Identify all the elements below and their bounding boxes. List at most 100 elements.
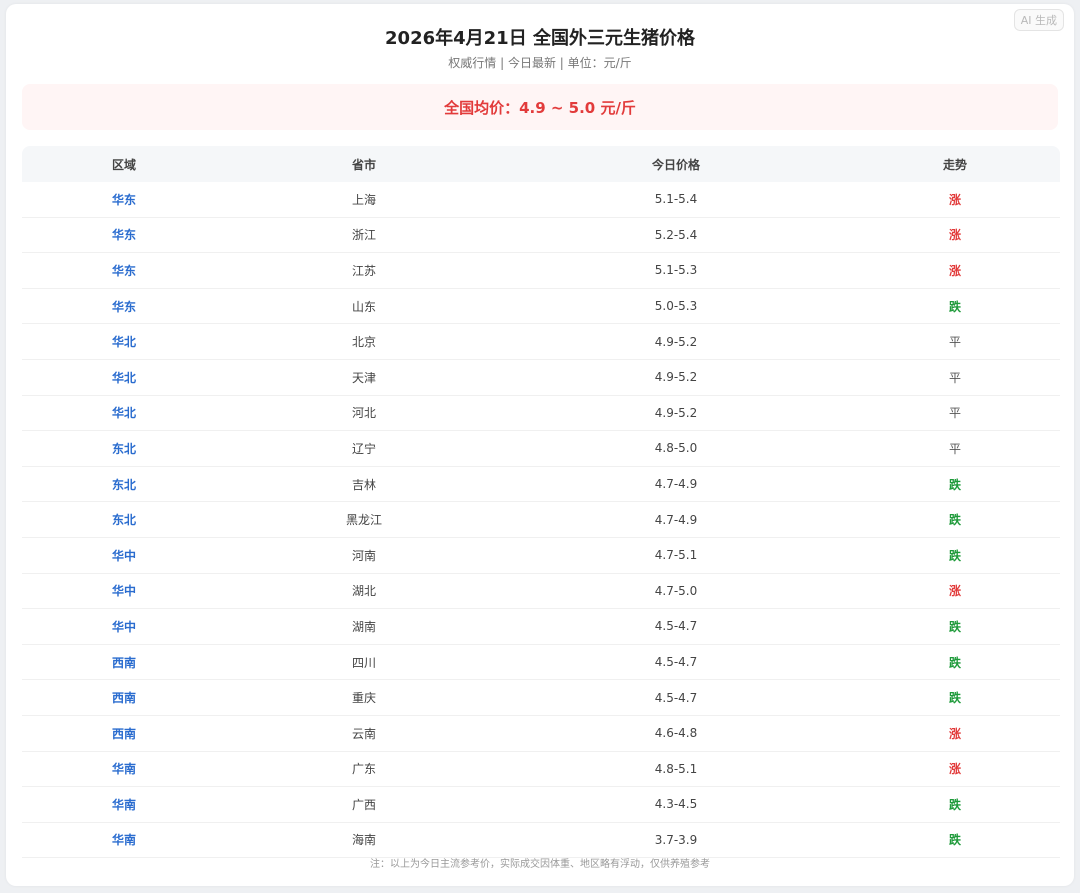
table-row: 东北 黑龙江 4.7-4.9 跌 — [22, 502, 1060, 538]
province-cell: 海南 — [351, 833, 376, 848]
price-table: 区域 省市 今日价格 走势 华东 上海 5.1-5.4 涨华东 浙江 5.2-5.4 涨华东… — [22, 146, 1060, 859]
header-trend: 走势 — [942, 157, 967, 172]
province-cell: 浙江 — [351, 228, 376, 243]
region-cell: 华南 — [111, 762, 136, 777]
table-row: 华南 海南 3.7-3.9 跌 — [22, 823, 1060, 859]
region-cell: 华南 — [111, 797, 136, 812]
region-cell: 华北 — [111, 370, 136, 385]
trend-cell: 涨 — [948, 762, 961, 777]
trend-cell: 涨 — [948, 228, 961, 243]
price-cell: 4.9-5.2 — [654, 334, 698, 349]
region-cell: 华北 — [111, 335, 136, 350]
region-cell: 东北 — [111, 477, 136, 492]
table-row: 东北 吉林 4.7-4.9 跌 — [22, 467, 1060, 503]
table-row: 华东 上海 5.1-5.4 涨 — [22, 182, 1060, 218]
province-cell: 江苏 — [351, 263, 376, 278]
trend-cell: 跌 — [948, 655, 961, 670]
region-cell: 华中 — [111, 584, 136, 599]
trend-cell: 平 — [948, 370, 961, 385]
header-region: 区域 — [111, 157, 136, 172]
region-cell: 西南 — [111, 691, 136, 706]
header-province: 省市 — [351, 157, 376, 172]
province-cell: 湖北 — [351, 584, 376, 599]
price-cell: 4.9-5.2 — [654, 370, 698, 385]
price-cell: 4.5-4.7 — [654, 690, 698, 705]
national-average-banner: 全国均价：4.9 ~ 5.0 元/斤 — [22, 84, 1058, 130]
trend-cell: 涨 — [948, 263, 961, 278]
trend-cell: 涨 — [948, 584, 961, 599]
price-cell: 4.6-4.8 — [654, 726, 698, 741]
table-row: 东北 辽宁 4.8-5.0 平 — [22, 431, 1060, 467]
trend-cell: 涨 — [948, 726, 961, 741]
trend-cell: 涨 — [948, 192, 961, 207]
table-row: 华北 天津 4.9-5.2 平 — [22, 360, 1060, 396]
table-row: 华中 湖北 4.7-5.0 涨 — [22, 574, 1060, 610]
region-cell: 华北 — [111, 406, 136, 421]
national-average-text: 全国均价：4.9 ~ 5.0 元/斤 — [444, 98, 636, 117]
price-cell: 4.5-4.7 — [654, 655, 698, 670]
price-card: AI 生成 2026年4月21日 全国外三元生猪价格 权威行情 | 今日最新 |… — [6, 4, 1074, 886]
trend-cell: 跌 — [948, 299, 961, 314]
province-cell: 北京 — [351, 335, 376, 350]
price-cell: 5.2-5.4 — [654, 227, 698, 242]
trend-cell: 跌 — [948, 619, 961, 634]
province-cell: 辽宁 — [351, 441, 376, 456]
table-row: 华中 河南 4.7-5.1 跌 — [22, 538, 1060, 574]
province-cell: 四川 — [351, 655, 376, 670]
province-cell: 湖南 — [351, 619, 376, 634]
table-row: 西南 云南 4.6-4.8 涨 — [22, 716, 1060, 752]
trend-cell: 平 — [948, 406, 961, 421]
trend-cell: 跌 — [948, 691, 961, 706]
table-body: 华东 上海 5.1-5.4 涨华东 浙江 5.2-5.4 涨华东 江苏 5.1-5.3 涨华东 山东… — [22, 182, 1060, 859]
region-cell: 西南 — [111, 655, 136, 670]
price-cell: 4.7-5.0 — [654, 583, 698, 598]
region-cell: 西南 — [111, 726, 136, 741]
price-cell: 4.3-4.5 — [654, 797, 698, 812]
trend-cell: 跌 — [948, 797, 961, 812]
table-row: 华南 广西 4.3-4.5 跌 — [22, 787, 1060, 823]
price-cell: 4.9-5.2 — [654, 405, 698, 420]
region-cell: 东北 — [111, 441, 136, 456]
price-cell: 5.1-5.4 — [654, 192, 698, 207]
header-price: 今日价格 — [651, 157, 700, 172]
province-cell: 上海 — [351, 192, 376, 207]
table-row: 华东 浙江 5.2-5.4 涨 — [22, 218, 1060, 254]
trend-cell: 跌 — [948, 548, 961, 563]
province-cell: 山东 — [351, 299, 376, 314]
region-cell: 华东 — [111, 192, 136, 207]
region-cell: 华中 — [111, 619, 136, 634]
price-cell: 4.7-5.1 — [654, 548, 698, 563]
table-row: 华东 山东 5.0-5.3 跌 — [22, 289, 1060, 325]
trend-cell: 跌 — [948, 477, 961, 492]
province-cell: 吉林 — [351, 477, 376, 492]
table-row: 华中 湖南 4.5-4.7 跌 — [22, 609, 1060, 645]
trend-cell: 跌 — [948, 833, 961, 848]
province-cell: 广东 — [351, 762, 376, 777]
region-cell: 华东 — [111, 263, 136, 278]
region-cell: 华南 — [111, 833, 136, 848]
region-cell: 华东 — [111, 299, 136, 314]
price-cell: 4.7-4.9 — [654, 477, 698, 492]
price-cell: 3.7-3.9 — [654, 832, 698, 847]
province-cell: 云南 — [351, 726, 376, 741]
table-row: 华北 河北 4.9-5.2 平 — [22, 396, 1060, 432]
footnote: 注：以上为今日主流参考价，实际成交因体重、地区略有浮动，仅供养殖参考 — [370, 859, 710, 870]
price-cell: 4.8-5.1 — [654, 761, 698, 776]
region-cell: 华中 — [111, 548, 136, 563]
region-cell: 东北 — [111, 513, 136, 528]
province-cell: 广西 — [351, 797, 376, 812]
province-cell: 河北 — [351, 406, 376, 421]
price-cell: 4.8-5.0 — [654, 441, 698, 456]
region-cell: 华东 — [111, 228, 136, 243]
table-row: 华东 江苏 5.1-5.3 涨 — [22, 253, 1060, 289]
table-row: 西南 四川 4.5-4.7 跌 — [22, 645, 1060, 681]
province-cell: 重庆 — [351, 691, 376, 706]
province-cell: 天津 — [351, 370, 376, 385]
province-cell: 黑龙江 — [345, 513, 382, 528]
page-title: 2026年4月21日 全国外三元生猪价格 — [385, 28, 695, 49]
trend-cell: 跌 — [948, 513, 961, 528]
table-row: 华北 北京 4.9-5.2 平 — [22, 324, 1060, 360]
table-header: 区域 省市 今日价格 走势 — [22, 146, 1060, 182]
table-row: 西南 重庆 4.5-4.7 跌 — [22, 680, 1060, 716]
price-cell: 5.1-5.3 — [654, 263, 698, 278]
